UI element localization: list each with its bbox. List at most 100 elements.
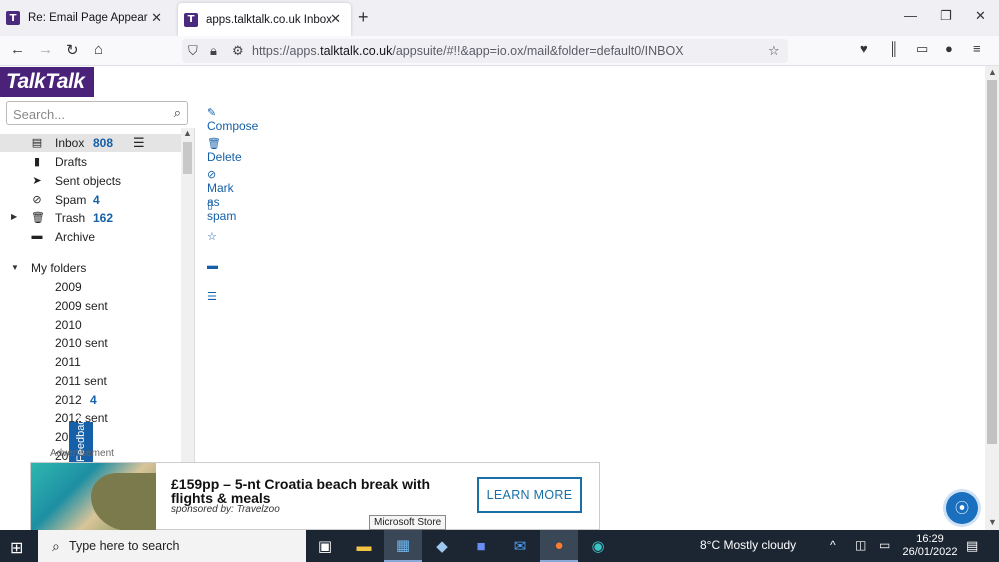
menu-icon[interactable]: ≡ [973,41,981,56]
file-explorer-icon[interactable]: ▬ [345,530,383,562]
close-tab-icon[interactable]: ✕ [330,11,341,27]
folder-label: Inbox [55,136,85,150]
weather-widget[interactable]: 8°C Mostly cloudy [700,538,796,552]
search-icon[interactable]: ⌕ [174,105,181,121]
folder-tree: ▤ Inbox 808 ☰ ▮ Drafts ➤ Sent objects ⊘ … [0,134,182,464]
folder-2009[interactable]: 2009 [0,278,182,296]
folder-label: 2012 [55,393,82,407]
folder-2009-sent[interactable]: 2009 sent [0,297,182,315]
folder-drafts[interactable]: ▮ Drafts [0,153,182,171]
folder-label: Spam [55,193,87,207]
ad-sponsor: sponsored by: Travelzoo [171,504,280,515]
folder-label: 2011 sent [55,374,107,388]
archive-button[interactable]: ▬ [207,260,218,272]
folder-2010[interactable]: 2010 [0,316,182,334]
delete-button[interactable]: 🗑︎ Delete [207,137,242,164]
tooltip: Microsoft Store [369,515,447,530]
scroll-down-icon[interactable]: ▼ [988,517,997,527]
reload-icon[interactable]: ↻ [66,41,79,59]
expand-caret-icon[interactable]: ▶ [11,212,17,221]
talktalk-logo[interactable]: TalkTalk [0,67,94,97]
folder-label: Drafts [55,155,88,169]
page-scrollbar[interactable]: ▲ ▼ [985,66,999,530]
folder-2010-sent[interactable]: 2010 sent [0,334,182,352]
microsoft-store-icon[interactable]: ▦ [384,530,422,562]
shield-icon[interactable]: ⛉ [188,43,198,59]
folder-inbox[interactable]: ▤ Inbox 808 ☰ [0,134,182,152]
home-icon[interactable]: ⌂ [94,41,103,58]
new-tab-button[interactable]: + [358,7,369,28]
more-actions-button[interactable]: ☰ [207,290,217,303]
ad-headline[interactable]: £159pp – 5-nt Croatia beach break with f… [171,477,461,505]
lock-icon[interactable]: 🔒︎ [210,43,217,59]
task-view-icon[interactable]: ▣ [306,530,344,562]
compose-button[interactable]: ✎ Compose [207,106,258,133]
unread-count: 4 [90,393,97,407]
show-hidden-icons-icon[interactable]: ^ [830,538,836,552]
accessibility-button[interactable]: ⦿ [946,492,978,524]
back-icon[interactable]: ← [10,41,25,58]
pencil-icon: ✎ [207,107,217,119]
advertisement-banner[interactable]: £159pp – 5-nt Croatia beach break with f… [30,462,600,530]
folder-sent[interactable]: ➤ Sent objects [0,172,182,190]
firefox-icon[interactable]: ● [540,530,578,562]
scroll-up-icon[interactable]: ▲ [183,128,192,138]
pinned-app-icon[interactable]: ◆ [423,530,461,562]
video-app-icon[interactable]: ■ [462,530,500,562]
scroll-up-icon[interactable]: ▲ [988,67,997,77]
learn-more-button[interactable]: LEARN MORE [477,477,582,513]
folder-archive[interactable]: ▬ Archive [0,228,182,246]
address-bar[interactable]: ⛉ 🔒︎ ⚙ https://apps.talktalk.co.uk/appsu… [182,39,788,63]
close-tab-icon[interactable]: ✕ [151,10,162,26]
notifications-icon[interactable]: ▤ [966,538,978,554]
taskbar-search-input[interactable]: ⌕ Type here to search [38,530,306,562]
browser-tab-email-page[interactable]: T Re: Email Page Appearance - Tal ✕ [6,0,172,36]
url-text[interactable]: https://apps.talktalk.co.uk/appsuite/#!!… [252,44,684,58]
folder-2012[interactable]: 2012 4 [0,391,182,409]
pocket-icon[interactable]: ♥ [860,41,868,56]
scrollbar-thumb[interactable] [183,142,192,174]
permissions-icon[interactable]: ⚙ [232,43,244,59]
folder-menu-icon[interactable]: ☰ [133,135,145,151]
close-window-icon[interactable]: ✕ [975,8,986,24]
delete-label: Delete [207,150,242,164]
network-icon[interactable]: ◫ [855,538,866,552]
flag-button[interactable]: ☆ [207,230,217,243]
folder-label: 2010 sent [55,336,108,350]
collapse-caret-icon[interactable]: ▼ [11,263,19,272]
clock-time: 16:29 [916,533,944,545]
unread-count: 4 [93,193,100,207]
battery-icon[interactable]: ▭ [879,538,890,552]
search-input[interactable]: Search... ⌕ [6,101,188,125]
folder-2011-sent[interactable]: 2011 sent [0,372,182,390]
minimize-icon[interactable]: — [904,8,917,23]
sidebar-icon[interactable]: ▭ [916,41,928,57]
folder-trash[interactable]: ▶ 🗑︎ Trash 162 [0,209,182,227]
edge-icon[interactable]: ◉ [579,530,617,562]
bookmark-star-icon[interactable]: ☆ [768,43,780,59]
inbox-icon: ▤ [31,137,43,149]
maximize-icon[interactable]: ❐ [940,8,952,24]
scrollbar-thumb[interactable] [987,80,997,444]
folder-scrollbar[interactable]: ▲ [181,128,194,462]
copy-button[interactable]: ▯ [207,198,213,211]
library-icon[interactable]: ║ [889,41,898,56]
my-folders-header[interactable]: ▼ My folders [0,259,182,277]
account-icon[interactable]: ● [945,41,953,56]
talktalk-favicon-icon: T [6,11,20,25]
mail-app-icon[interactable]: ✉ [501,530,539,562]
folder-label: My folders [31,261,87,275]
forward-icon[interactable]: → [38,41,53,58]
ad-beach-image[interactable] [31,463,156,530]
mark-as-spam-button[interactable]: ⊘ Mark as spam [207,168,236,223]
windows-start-icon[interactable]: ⊞ [10,538,23,558]
windows-taskbar: ⊞ ⌕ Type here to search ▣ ▬ ▦ ◆ ■ ✉ ● ◉ … [0,530,999,562]
folder-2011[interactable]: 2011 [0,353,182,371]
tab-title: Re: Email Page Appearance - Tal [28,12,148,24]
clock[interactable]: 16:29 26/01/2022 [900,533,960,559]
browser-tab-inbox[interactable]: T apps.talktalk.co.uk Inbox ✕ [178,3,351,36]
ban-icon: ⊘ [32,194,42,206]
folder-spam[interactable]: ⊘ Spam 4 [0,191,182,209]
browser-tab-bar: T Re: Email Page Appearance - Tal ✕ T ap… [0,0,999,36]
folder-label: 2011 [55,355,81,369]
